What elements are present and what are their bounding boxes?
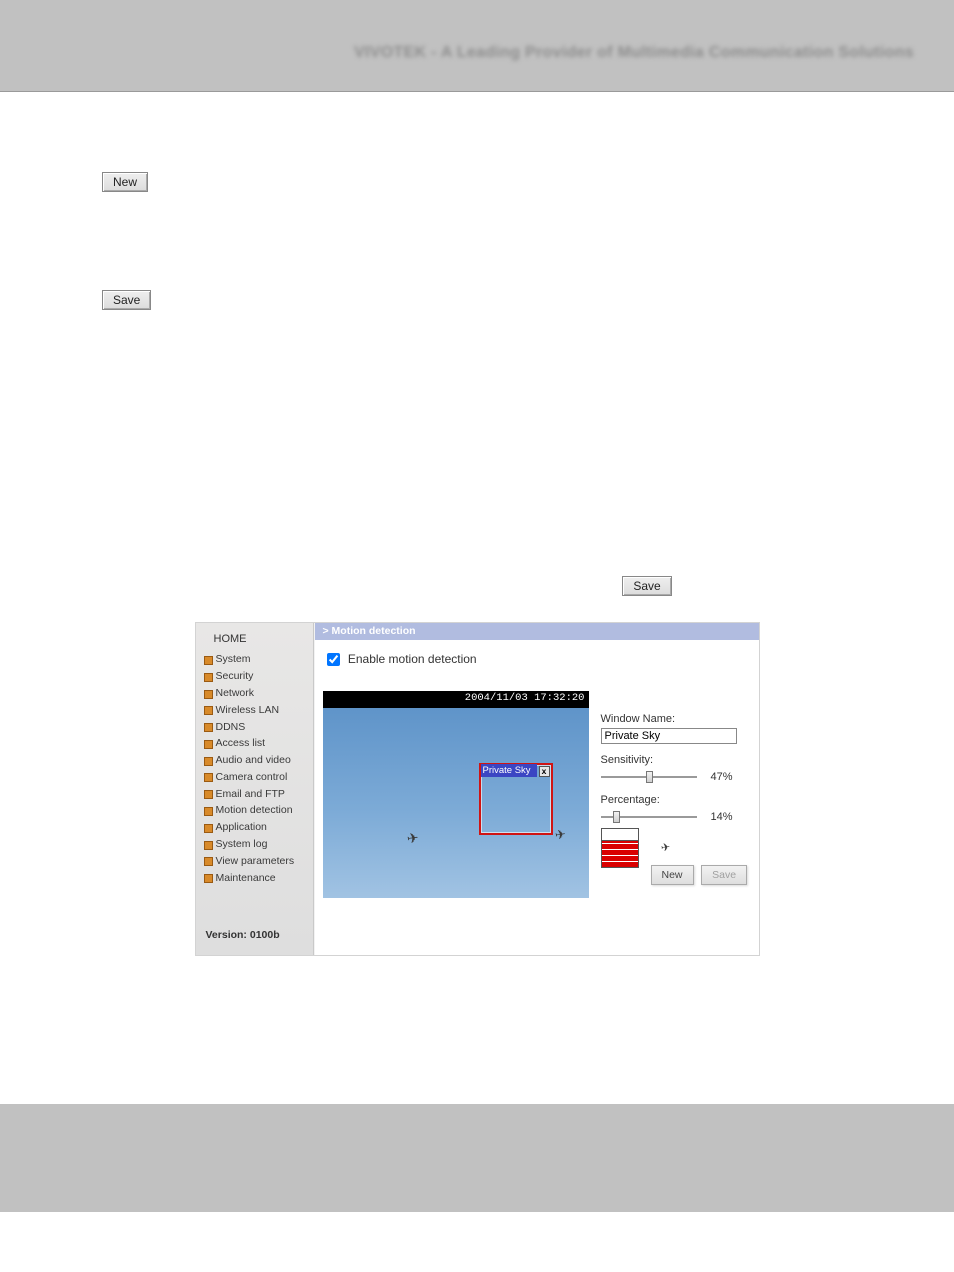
sidebar-home[interactable]: HOME: [196, 623, 313, 651]
percentage-value: 14%: [703, 811, 733, 823]
motion-window[interactable]: Private Sky x ✈: [479, 763, 553, 835]
sidebar-item-motion-detection[interactable]: Motion detection: [204, 802, 313, 819]
percentage-slider[interactable]: [601, 810, 697, 824]
footer-band: [0, 1104, 954, 1212]
window-name-label: Window Name:: [601, 713, 751, 725]
save-button[interactable]: Save: [102, 290, 151, 310]
version-text: Version: 0100b: [206, 929, 280, 941]
motion-detection-screenshot: HOME System Security Network Wireless LA…: [195, 622, 760, 956]
sidebar-item-view-parameters[interactable]: View parameters: [204, 852, 313, 869]
header-band: VIVOTEK - A Leading Provider of Multimed…: [0, 0, 954, 92]
section-title: > Motion detection: [315, 623, 759, 640]
motion-window-title: Private Sky: [481, 764, 537, 777]
sensitivity-slider[interactable]: [601, 770, 697, 784]
sensitivity-value: 47%: [703, 771, 733, 783]
new-button[interactable]: New: [102, 172, 148, 192]
sidebar-item-access-list[interactable]: Access list: [204, 735, 313, 752]
sidebar-item-wireless-lan[interactable]: Wireless LAN: [204, 701, 313, 718]
video-frame: ✈ ✈ Private Sky x ✈: [323, 708, 589, 898]
sidebar-item-email-ftp[interactable]: Email and FTP: [204, 785, 313, 802]
sidebar-item-maintenance[interactable]: Maintenance: [204, 869, 313, 886]
figure-new-button[interactable]: New: [651, 865, 694, 885]
close-icon[interactable]: x: [539, 766, 550, 777]
sidebar: HOME System Security Network Wireless LA…: [196, 623, 314, 955]
sidebar-list: System Security Network Wireless LAN DDN…: [196, 651, 313, 886]
sidebar-item-security[interactable]: Security: [204, 668, 313, 685]
enable-motion-checkbox[interactable]: [327, 653, 340, 666]
save-inline-button[interactable]: Save: [622, 576, 671, 596]
header-blurred-text: VIVOTEK - A Leading Provider of Multimed…: [354, 44, 914, 62]
sidebar-item-ddns[interactable]: DDNS: [204, 718, 313, 735]
video-preview[interactable]: 2004/11/03 17:32:20 ✈ ✈ Private Sky x ✈: [323, 691, 589, 898]
bird-icon: ✈: [405, 829, 419, 847]
motion-controls: Window Name: Sensitivity: 47% Percentage…: [601, 707, 751, 824]
enable-motion-row: Enable motion detection: [315, 640, 759, 676]
document-body: New Save Save HOME System Security Netwo…: [0, 92, 954, 956]
sidebar-item-system[interactable]: System: [204, 651, 313, 668]
sidebar-item-system-log[interactable]: System log: [204, 836, 313, 853]
video-timestamp: 2004/11/03 17:32:20: [465, 692, 585, 704]
sidebar-item-audio-video[interactable]: Audio and video: [204, 752, 313, 769]
motion-level-indicator: [601, 828, 639, 868]
percentage-label: Percentage:: [601, 794, 751, 806]
bird-icon: ✈: [660, 840, 671, 854]
sidebar-item-application[interactable]: Application: [204, 819, 313, 836]
sidebar-item-network[interactable]: Network: [204, 685, 313, 702]
figure-save-button[interactable]: Save: [701, 865, 747, 885]
main-panel: > Motion detection Enable motion detecti…: [315, 623, 759, 955]
enable-motion-label: Enable motion detection: [348, 652, 477, 666]
sidebar-item-camera-control[interactable]: Camera control: [204, 768, 313, 785]
bird-icon: ✈: [553, 826, 566, 843]
window-name-input[interactable]: [601, 728, 737, 744]
sensitivity-label: Sensitivity:: [601, 754, 751, 766]
